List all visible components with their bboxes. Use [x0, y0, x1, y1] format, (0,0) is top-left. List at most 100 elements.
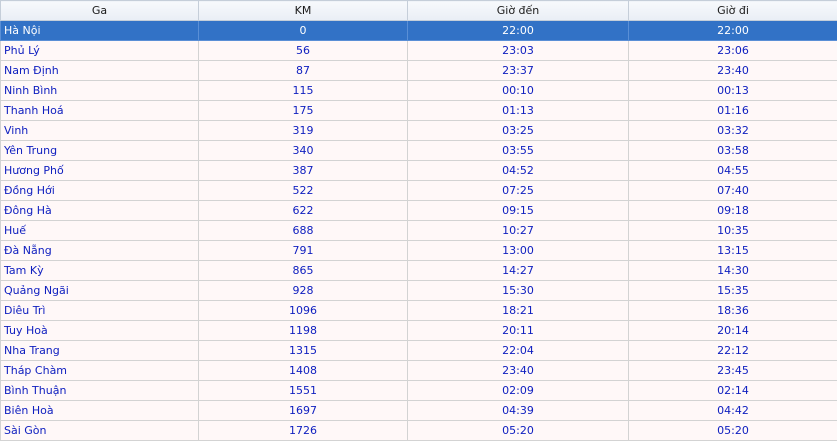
departure-time-cell: 15:35 — [629, 281, 837, 301]
arrival-time-cell: 04:39 — [408, 401, 629, 421]
table-row[interactable]: Phủ Lý5623:0323:06 — [1, 41, 837, 61]
km-cell: 340 — [199, 141, 408, 161]
km-cell: 622 — [199, 201, 408, 221]
arrival-time-cell: 01:13 — [408, 101, 629, 121]
table-row[interactable]: Nha Trang131522:0422:12 — [1, 341, 837, 361]
table-row[interactable]: Tháp Chàm140823:4023:45 — [1, 361, 837, 381]
table-row[interactable]: Đồng Hới52207:2507:40 — [1, 181, 837, 201]
table-row[interactable]: Bình Thuận155102:0902:14 — [1, 381, 837, 401]
arrival-time-cell: 22:04 — [408, 341, 629, 361]
arrival-time-cell: 23:03 — [408, 41, 629, 61]
table-row[interactable]: Đà Nẵng79113:0013:15 — [1, 241, 837, 261]
column-header-station[interactable]: Ga — [1, 1, 199, 21]
km-cell: 688 — [199, 221, 408, 241]
departure-time-cell: 23:40 — [629, 61, 837, 81]
km-cell: 0 — [199, 21, 408, 41]
departure-time-cell: 20:14 — [629, 321, 837, 341]
km-cell: 56 — [199, 41, 408, 61]
station-cell: Bình Thuận — [1, 381, 199, 401]
km-cell: 1551 — [199, 381, 408, 401]
station-cell: Diêu Trì — [1, 301, 199, 321]
arrival-time-cell: 13:00 — [408, 241, 629, 261]
table-row[interactable]: Yên Trung34003:5503:58 — [1, 141, 837, 161]
station-cell: Quảng Ngãi — [1, 281, 199, 301]
station-cell: Tháp Chàm — [1, 361, 199, 381]
station-cell: Sài Gòn — [1, 421, 199, 441]
km-cell: 1697 — [199, 401, 408, 421]
station-cell: Nha Trang — [1, 341, 199, 361]
station-cell: Tam Kỳ — [1, 261, 199, 281]
table-row[interactable]: Ninh Bình11500:1000:13 — [1, 81, 837, 101]
table-row[interactable]: Quảng Ngãi92815:3015:35 — [1, 281, 837, 301]
arrival-time-cell: 23:37 — [408, 61, 629, 81]
table-row[interactable]: Tuy Hoà119820:1120:14 — [1, 321, 837, 341]
km-cell: 1096 — [199, 301, 408, 321]
table-row[interactable]: Vinh31903:2503:32 — [1, 121, 837, 141]
arrival-time-cell: 18:21 — [408, 301, 629, 321]
km-cell: 115 — [199, 81, 408, 101]
schedule-rows: Hà Nội022:0022:00Phủ Lý5623:0323:06Nam Đ… — [1, 21, 837, 441]
column-header-arrival[interactable]: Giờ đến — [408, 1, 629, 21]
departure-time-cell: 04:55 — [629, 161, 837, 181]
km-cell: 522 — [199, 181, 408, 201]
arrival-time-cell: 03:25 — [408, 121, 629, 141]
km-cell: 1315 — [199, 341, 408, 361]
departure-time-cell: 02:14 — [629, 381, 837, 401]
departure-time-cell: 22:12 — [629, 341, 837, 361]
departure-time-cell: 05:20 — [629, 421, 837, 441]
arrival-time-cell: 00:10 — [408, 81, 629, 101]
station-cell: Yên Trung — [1, 141, 199, 161]
departure-time-cell: 23:45 — [629, 361, 837, 381]
km-cell: 865 — [199, 261, 408, 281]
km-cell: 791 — [199, 241, 408, 261]
table-row[interactable]: Tam Kỳ86514:2714:30 — [1, 261, 837, 281]
departure-time-cell: 03:32 — [629, 121, 837, 141]
arrival-time-cell: 23:40 — [408, 361, 629, 381]
departure-time-cell: 04:42 — [629, 401, 837, 421]
station-cell: Đồng Hới — [1, 181, 199, 201]
km-cell: 87 — [199, 61, 408, 81]
departure-time-cell: 01:16 — [629, 101, 837, 121]
arrival-time-cell: 10:27 — [408, 221, 629, 241]
departure-time-cell: 23:06 — [629, 41, 837, 61]
departure-time-cell: 10:35 — [629, 221, 837, 241]
arrival-time-cell: 15:30 — [408, 281, 629, 301]
departure-time-cell: 14:30 — [629, 261, 837, 281]
departure-time-cell: 00:13 — [629, 81, 837, 101]
column-header-km[interactable]: KM — [199, 1, 408, 21]
departure-time-cell: 07:40 — [629, 181, 837, 201]
table-row[interactable]: Đông Hà62209:1509:18 — [1, 201, 837, 221]
km-cell: 1198 — [199, 321, 408, 341]
table-row[interactable]: Huế68810:2710:35 — [1, 221, 837, 241]
arrival-time-cell: 02:09 — [408, 381, 629, 401]
km-cell: 1726 — [199, 421, 408, 441]
arrival-time-cell: 04:52 — [408, 161, 629, 181]
arrival-time-cell: 22:00 — [408, 21, 629, 41]
table-row[interactable]: Hương Phố38704:5204:55 — [1, 161, 837, 181]
table-row[interactable]: Nam Định8723:3723:40 — [1, 61, 837, 81]
arrival-time-cell: 07:25 — [408, 181, 629, 201]
table-row[interactable]: Sài Gòn172605:2005:20 — [1, 421, 837, 441]
train-schedule-table: Ga KM Giờ đến Giờ đi Hà Nội022:0022:00Ph… — [0, 0, 837, 441]
arrival-time-cell: 05:20 — [408, 421, 629, 441]
arrival-time-cell: 03:55 — [408, 141, 629, 161]
station-cell: Phủ Lý — [1, 41, 199, 61]
column-header-departure[interactable]: Giờ đi — [629, 1, 837, 21]
km-cell: 928 — [199, 281, 408, 301]
km-cell: 175 — [199, 101, 408, 121]
station-cell: Tuy Hoà — [1, 321, 199, 341]
km-cell: 1408 — [199, 361, 408, 381]
station-cell: Hà Nội — [1, 21, 199, 41]
header-row: Ga KM Giờ đến Giờ đi — [1, 1, 837, 21]
departure-time-cell: 18:36 — [629, 301, 837, 321]
arrival-time-cell: 20:11 — [408, 321, 629, 341]
km-cell: 319 — [199, 121, 408, 141]
table-row[interactable]: Diêu Trì109618:2118:36 — [1, 301, 837, 321]
station-cell: Vinh — [1, 121, 199, 141]
arrival-time-cell: 14:27 — [408, 261, 629, 281]
table-row[interactable]: Hà Nội022:0022:00 — [1, 21, 837, 41]
table-row[interactable]: Biên Hoà169704:3904:42 — [1, 401, 837, 421]
station-cell: Đà Nẵng — [1, 241, 199, 261]
departure-time-cell: 09:18 — [629, 201, 837, 221]
table-row[interactable]: Thanh Hoá17501:1301:16 — [1, 101, 837, 121]
